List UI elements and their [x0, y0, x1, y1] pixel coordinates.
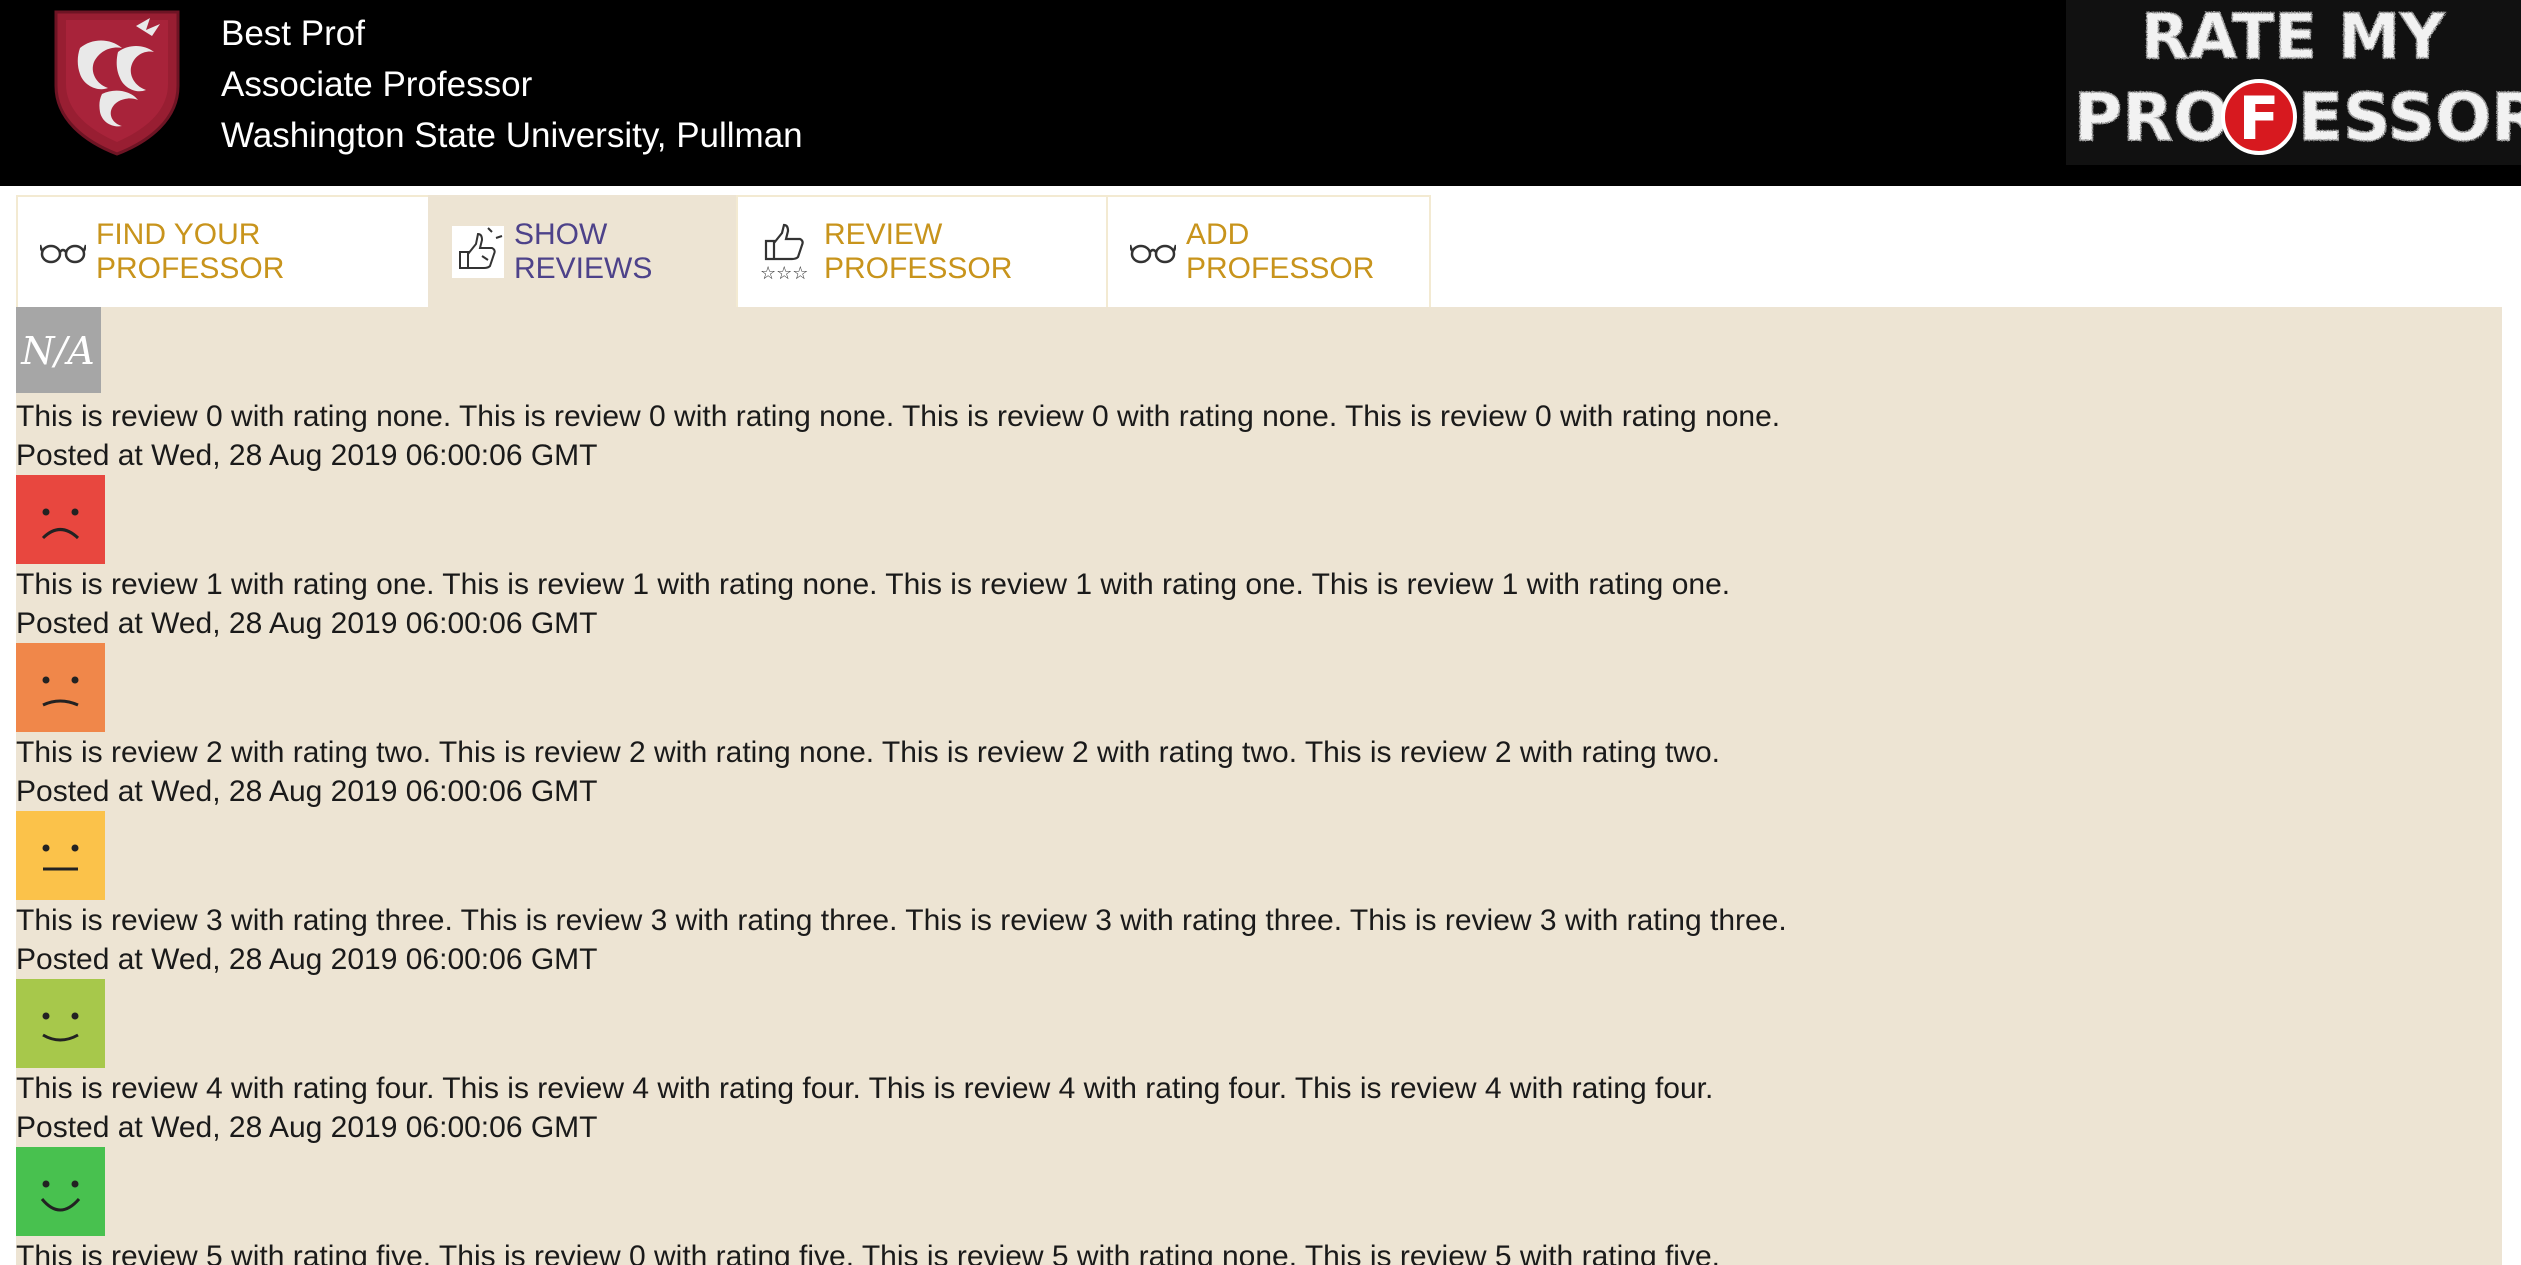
- review-text: This is review 1 with rating one. This i…: [16, 568, 1731, 601]
- tab-find-your-professor-label: FIND YOUR PROFESSOR: [96, 218, 285, 285]
- tab-review-professor-label: REVIEW PROFESSOR: [824, 218, 1013, 285]
- review-item: This is review 3 with rating three. This…: [16, 811, 2502, 979]
- glasses-icon: [40, 239, 86, 265]
- professor-title: Associate Professor: [221, 65, 533, 104]
- professor-name: Best Prof: [221, 14, 365, 53]
- tab-review-professor[interactable]: ☆☆☆ REVIEW PROFESSOR: [736, 195, 1108, 307]
- professor-info: Best Prof Associate Professor Washington…: [221, 8, 803, 161]
- svg-text:ESSOR: ESSOR: [2298, 79, 2521, 156]
- sad-face-icon: [16, 643, 105, 732]
- neutral-face-icon: [16, 811, 105, 900]
- reviews-panel: N/A This is review 0 with rating none. T…: [16, 307, 2502, 1265]
- review-date: Posted at Wed, 28 Aug 2019 06:00:06 GMT: [16, 943, 598, 976]
- review-text: This is review 4 with rating four. This …: [16, 1072, 1714, 1105]
- review-text: This is review 3 with rating three. This…: [16, 904, 1787, 937]
- review-date: Posted at Wed, 28 Aug 2019 06:00:06 GMT: [16, 775, 598, 808]
- very-sad-face-icon: [16, 475, 105, 564]
- smile-face-icon: [16, 979, 105, 1068]
- tab-find-your-professor[interactable]: FIND YOUR PROFESSOR: [16, 195, 430, 307]
- review-item: This is review 4 with rating four. This …: [16, 979, 2502, 1147]
- big-smile-face-icon: [16, 1147, 105, 1236]
- review-item: This is review 1 with rating one. This i…: [16, 475, 2502, 643]
- review-date: Posted at Wed, 28 Aug 2019 06:00:06 GMT: [16, 439, 598, 472]
- review-text: This is review 0 with rating none. This …: [16, 400, 1781, 433]
- page-header: Best Prof Associate Professor Washington…: [0, 0, 2521, 186]
- svg-text:RATE MY: RATE MY: [2141, 0, 2446, 73]
- tab-show-reviews[interactable]: SHOW REVIEWS: [428, 195, 738, 307]
- review-date: Posted at Wed, 28 Aug 2019 06:00:06 GMT: [16, 1111, 598, 1144]
- thumbs-up-down-icon: [452, 226, 504, 278]
- review-item: This is review 5 with rating five. This …: [16, 1147, 2502, 1265]
- rate-my-professor-logo[interactable]: RATE MY PRO F ESSOR: [2066, 0, 2521, 165]
- review-text: This is review 5 with rating five. This …: [16, 1240, 1720, 1265]
- tab-add-professor-label: ADD PROFESSOR: [1186, 218, 1375, 285]
- svg-text:N/A: N/A: [20, 329, 95, 373]
- na-rating-icon: N/A: [16, 307, 105, 396]
- tab-add-professor[interactable]: ADD PROFESSOR: [1106, 195, 1431, 307]
- tab-show-reviews-label: SHOW REVIEWS: [514, 218, 653, 285]
- review-date: Posted at Wed, 28 Aug 2019 06:00:06 GMT: [16, 607, 598, 640]
- review-text: This is review 2 with rating two. This i…: [16, 736, 1720, 769]
- review-item: This is review 2 with rating two. This i…: [16, 643, 2502, 811]
- thumbs-up-stars-icon: ☆☆☆: [760, 223, 814, 281]
- review-item: N/A This is review 0 with rating none. T…: [16, 307, 2502, 475]
- professor-university: Washington State University, Pullman: [221, 116, 803, 155]
- svg-text:☆☆☆: ☆☆☆: [760, 263, 808, 281]
- svg-text:F: F: [2239, 84, 2280, 154]
- wsu-cougar-shield-icon: [52, 8, 182, 156]
- main-tabs: FIND YOUR PROFESSOR SHOW REVIEWS ☆☆☆ REV…: [16, 195, 1431, 307]
- glasses-icon: [1130, 239, 1176, 265]
- svg-text:PRO: PRO: [2074, 79, 2229, 156]
